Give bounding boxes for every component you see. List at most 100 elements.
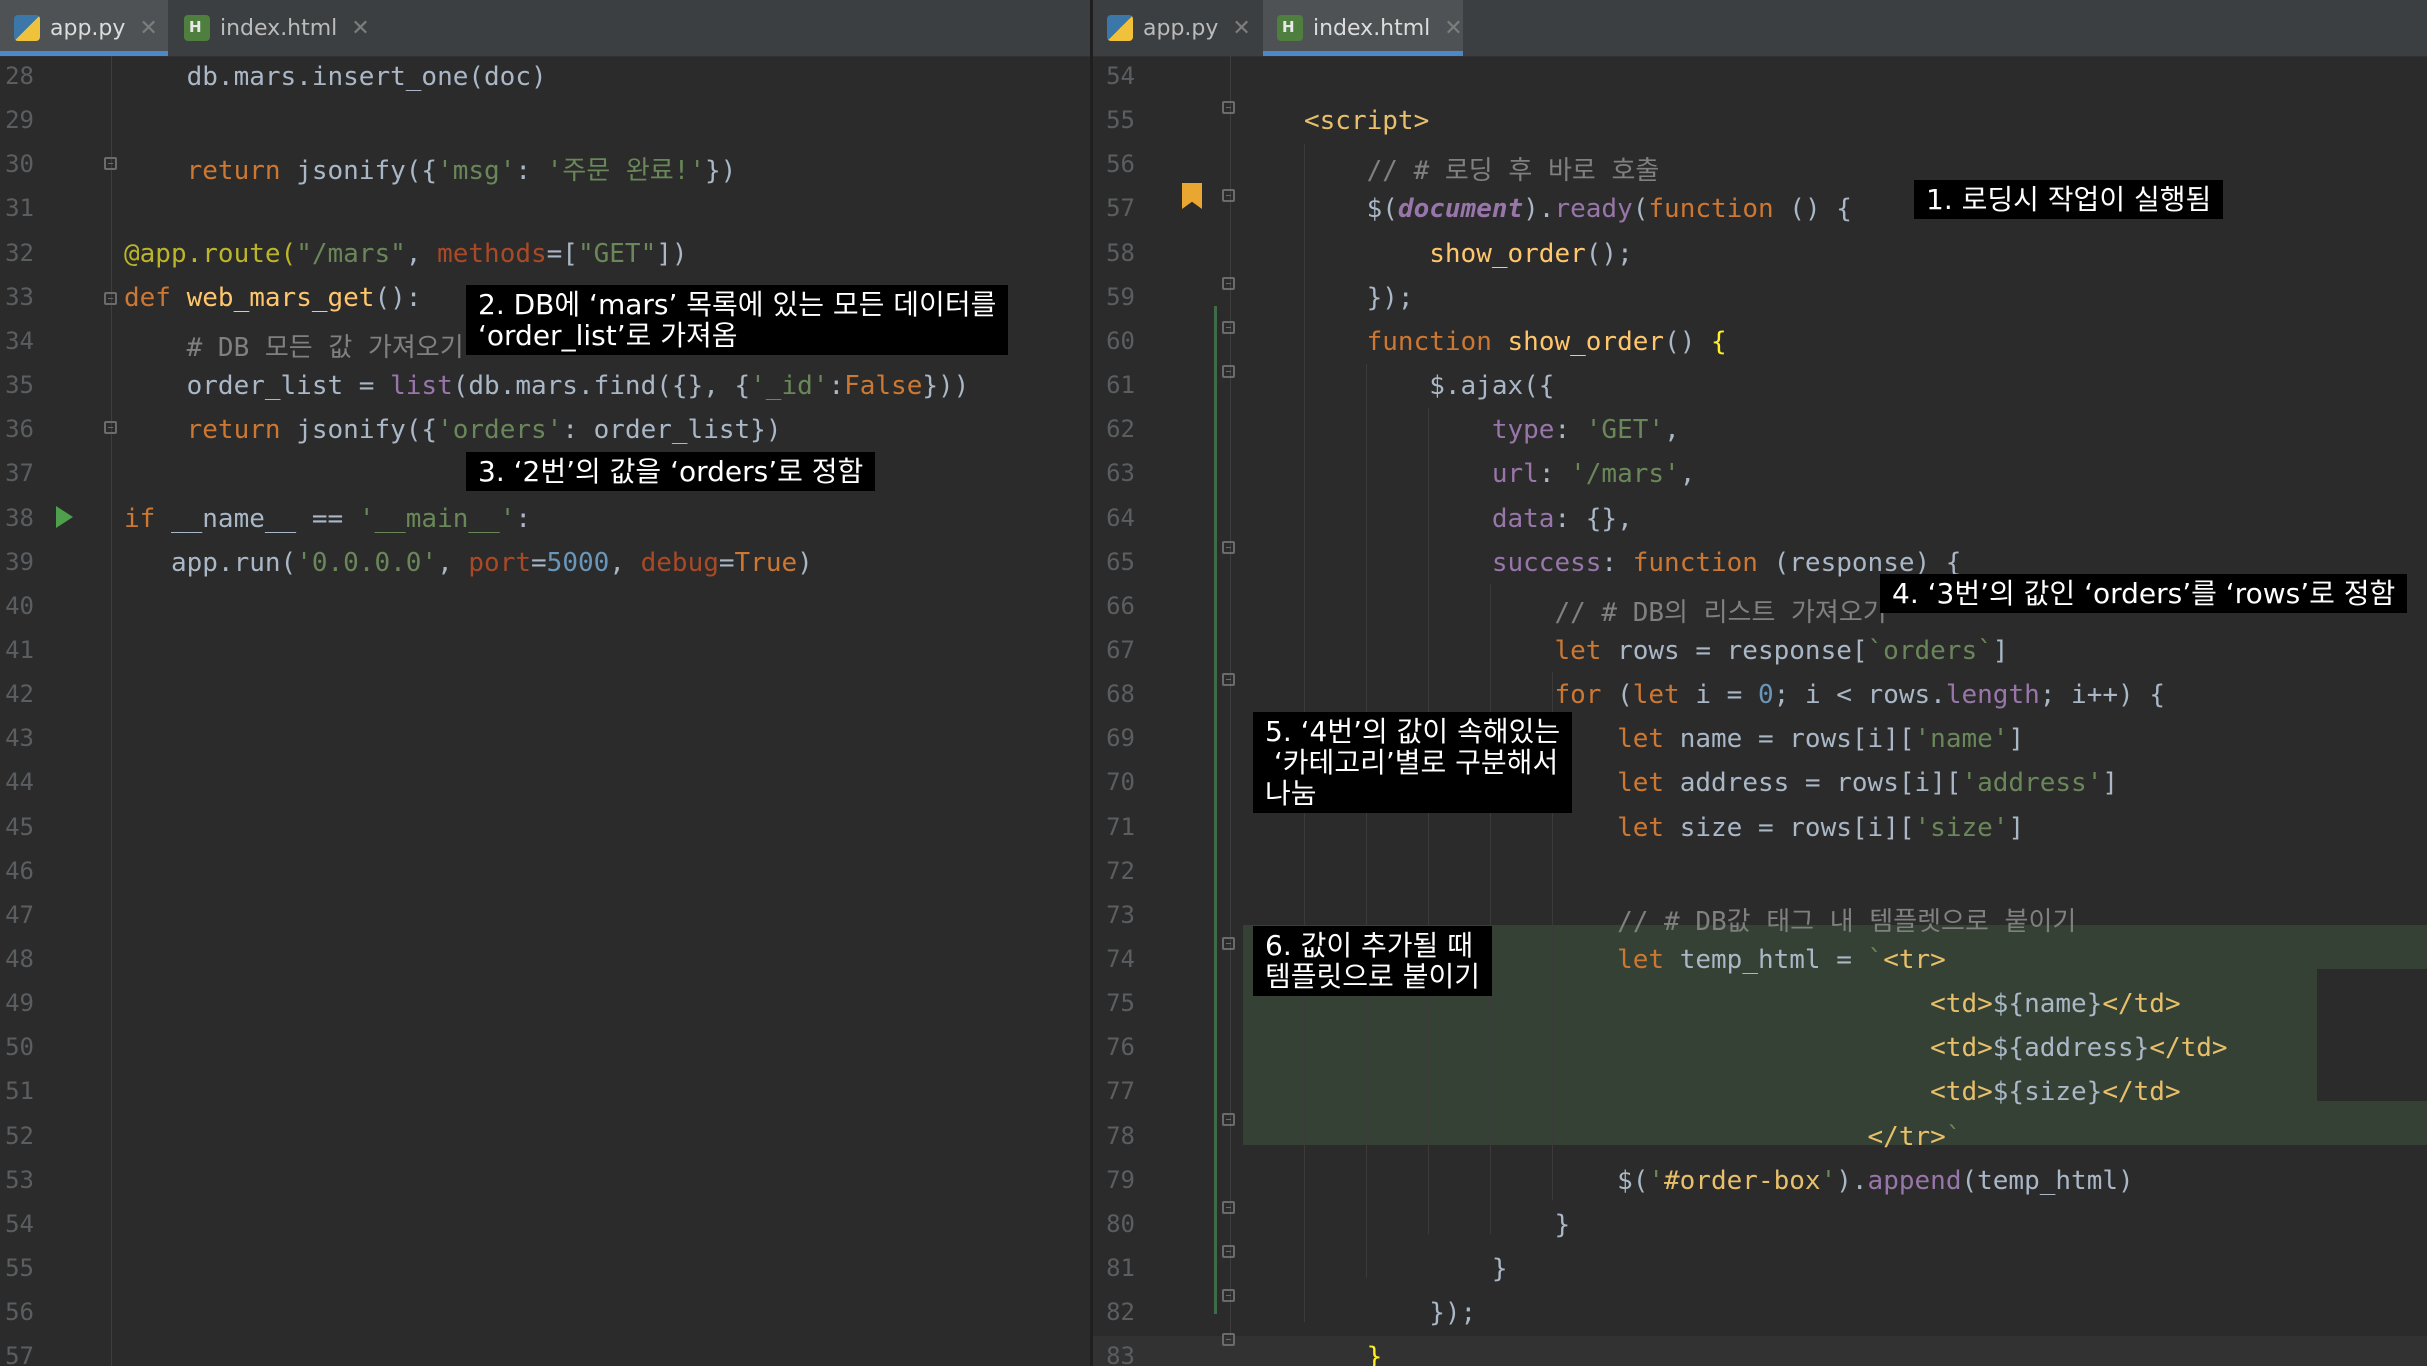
code-line[interactable]: 56 // # 로딩 후 바로 호출 [1093,144,2427,188]
code-line[interactable]: 39 app.run('0.0.0.0', port=5000, debug=T… [0,542,1090,586]
code-line[interactable]: 77 <td>${size}</td> [1093,1071,2427,1115]
close-icon[interactable]: ✕ [1232,16,1250,41]
fold-icon[interactable] [104,421,117,434]
code-line[interactable]: 57 $(document).ready(function () { [1093,188,2427,232]
code-line[interactable]: 55 <script> [1093,100,2427,144]
code-token: 5000 [546,547,610,578]
code-line[interactable]: 60 function show_order() { [1093,321,2427,365]
tab-app-py[interactable]: app.py ✕ [0,0,168,56]
code-line[interactable]: 52 [0,1116,1090,1160]
code-line[interactable]: 80 } [1093,1204,2427,1248]
tab-app-py[interactable]: app.py ✕ [1093,0,1261,56]
code-line[interactable]: 53 [0,1160,1090,1204]
code-line[interactable]: 67 let rows = response[`orders`] [1093,630,2427,674]
code-line[interactable]: 72 [1093,851,2427,895]
code-text: // # DB의 리스트 가져오기 [1304,592,1886,629]
code-token: '_id' [750,371,829,402]
fold-icon[interactable] [1222,101,1235,114]
editor-pane-right: app.py ✕ index.html ✕ 54 55 <script> 56 // … [1093,0,2427,1366]
code-line[interactable]: 40 [0,586,1090,630]
code-editor-left[interactable]: 28 db.mars.insert_one(doc) 29 30 return js… [0,56,1090,1366]
code-line[interactable]: 48 [0,939,1090,983]
code-line[interactable]: 81 } [1093,1248,2427,1292]
tab-index-html[interactable]: index.html ✕ [1263,0,1463,56]
code-line[interactable]: 28 db.mars.insert_one(doc) [0,56,1090,100]
code-line[interactable]: 79 $('#order-box').append(temp_html) [1093,1160,2427,1204]
fold-icon[interactable] [1222,321,1235,334]
code-line[interactable]: 83 } [1093,1336,2427,1366]
code-token: rows = response[ [1617,635,1868,666]
code-line[interactable]: 62 type: 'GET', [1093,409,2427,453]
code-line[interactable]: 42 [0,674,1090,718]
fold-icon[interactable] [1222,1289,1235,1302]
fold-icon[interactable] [1222,365,1235,378]
code-line[interactable]: 41 [0,630,1090,674]
fold-icon[interactable] [1222,1245,1235,1258]
fold-icon[interactable] [1222,1201,1235,1214]
code-token: def [124,282,187,313]
run-icon[interactable] [56,506,73,528]
code-line[interactable]: 59 }); [1093,277,2427,321]
code-line[interactable]: 51 [0,1071,1090,1115]
close-icon[interactable]: ✕ [1444,16,1462,41]
line-number: 66 [1106,591,1135,620]
fold-icon[interactable] [1222,541,1235,554]
close-icon[interactable]: ✕ [139,16,157,41]
code-line[interactable]: 32 @app.route("/mars", methods=["GET"]) [0,233,1090,277]
code-line[interactable]: 47 [0,895,1090,939]
fold-icon[interactable] [1222,937,1235,950]
code-token: </td> [2102,1077,2181,1108]
code-line[interactable]: 58 show_order(); [1093,233,2427,277]
fold-icon[interactable] [104,292,117,305]
code-token: ' [1820,1165,1837,1196]
code-token: i = [1695,680,1758,711]
code-line[interactable]: 57 [0,1336,1090,1366]
tab-index-html[interactable]: index.html ✕ [170,0,370,56]
code-line[interactable]: 30 return jsonify({'msg': '주문 완료!'}) [0,144,1090,188]
code-line[interactable]: 54 [0,1204,1090,1248]
code-token: (); [1585,238,1633,269]
line-number: 81 [1106,1254,1135,1283]
fold-icon[interactable] [1222,189,1235,202]
code-line[interactable]: 45 [0,807,1090,851]
line-number: 57 [5,1342,34,1366]
line-number: 46 [5,856,34,885]
code-editor-right[interactable]: 54 55 <script> 56 // # 로딩 후 바로 호출 57 $(docum… [1093,56,2427,1366]
fold-icon[interactable] [1222,673,1235,686]
code-line[interactable]: 38 if __name__ == '__main__': [0,498,1090,542]
code-line[interactable]: 50 [0,1027,1090,1071]
code-line[interactable]: 49 [0,983,1090,1027]
code-token: ${name} [1992,989,2103,1020]
code-line[interactable]: 44 [0,762,1090,806]
code-line[interactable]: 36 return jsonify({'orders': order_list}… [0,409,1090,453]
fold-icon[interactable] [1222,277,1235,290]
code-token: ). [1523,194,1555,225]
code-line[interactable]: 46 [0,851,1090,895]
code-line[interactable]: 61 $.ajax({ [1093,365,2427,409]
line-number: 47 [5,900,34,929]
code-line[interactable]: 55 [0,1248,1090,1292]
code-line[interactable]: 35 order_list = list(db.mars.find({}, {'… [0,365,1090,409]
code-line[interactable]: 64 data: {}, [1093,498,2427,542]
code-line[interactable]: 76 <td>${address}</td> [1093,1027,2427,1071]
code-token: }); [1304,282,1414,313]
code-line[interactable]: 54 [1093,56,2427,100]
fold-icon[interactable] [1222,1333,1235,1346]
code-line[interactable]: 78 </tr>` [1093,1116,2427,1160]
code-line[interactable]: 56 [0,1292,1090,1336]
line-number: 80 [1106,1209,1135,1238]
close-icon[interactable]: ✕ [351,16,369,41]
code-line[interactable]: 63 url: '/mars', [1093,453,2427,497]
code-token: ' [1648,1165,1665,1196]
code-line[interactable]: 82 }); [1093,1292,2427,1336]
fold-icon[interactable] [104,157,117,170]
fold-icon[interactable] [1222,1113,1235,1126]
code-token: , [405,238,438,269]
code-line[interactable]: 31 [0,188,1090,232]
line-number: 50 [5,1033,34,1062]
code-line[interactable]: 29 [0,100,1090,144]
line-number: 30 [5,150,34,179]
code-line[interactable]: 43 [0,718,1090,762]
code-line[interactable]: 71 let size = rows[i]['size'] [1093,807,2427,851]
